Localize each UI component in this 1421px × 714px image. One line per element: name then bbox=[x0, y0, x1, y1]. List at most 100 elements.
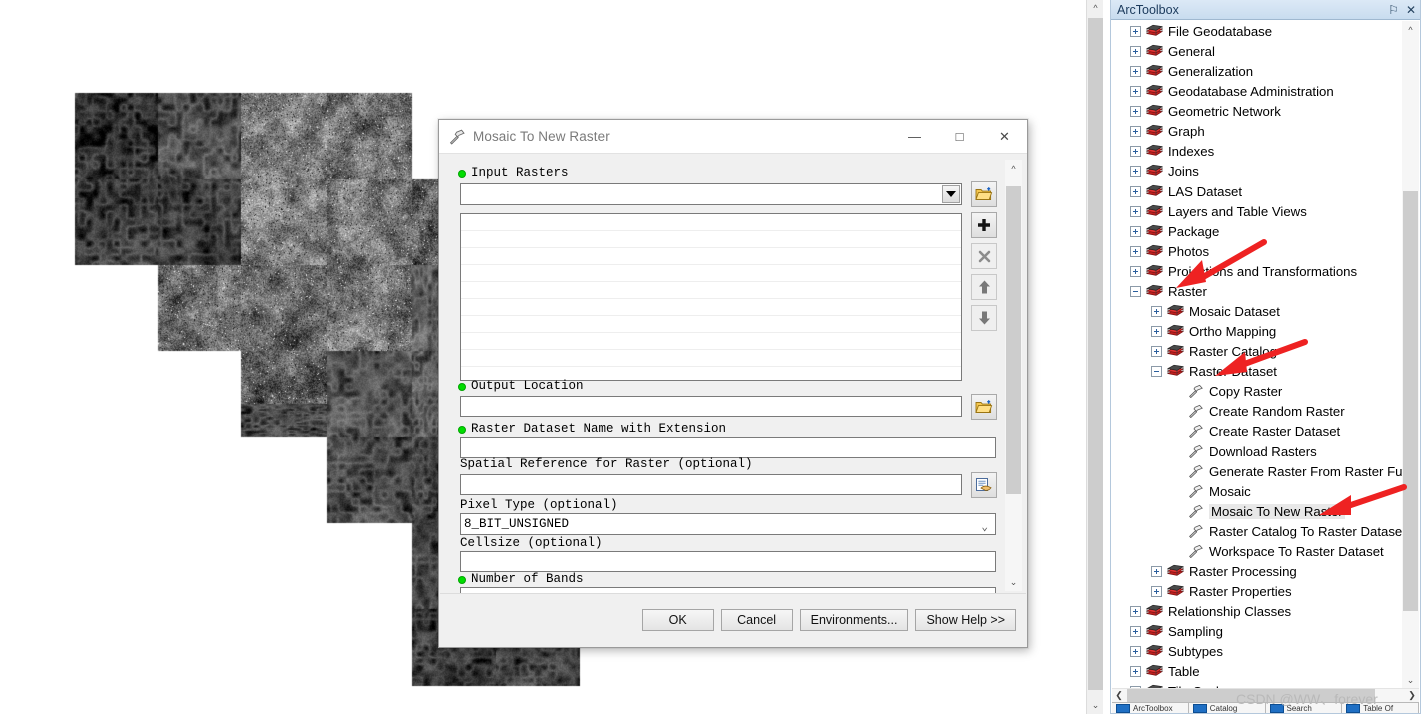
close-icon[interactable]: ✕ bbox=[1406, 4, 1416, 16]
tree-item-joins[interactable]: Joins bbox=[1112, 161, 1402, 181]
tree-item-file-geodatabase[interactable]: File Geodatabase bbox=[1112, 21, 1402, 41]
expand-icon[interactable] bbox=[1130, 25, 1141, 37]
expand-icon[interactable] bbox=[1130, 65, 1141, 77]
expand-icon[interactable] bbox=[1130, 225, 1141, 237]
list-item[interactable] bbox=[461, 282, 961, 299]
toolbox-scroll-down-icon[interactable]: ⌄ bbox=[1402, 672, 1419, 689]
toolbox-hscrollbar-thumb[interactable] bbox=[1127, 689, 1375, 702]
collapse-icon[interactable] bbox=[1151, 365, 1162, 377]
minimize-button[interactable]: — bbox=[892, 120, 937, 153]
panel-tab-catalog[interactable]: Catalog bbox=[1188, 703, 1266, 713]
map-scrollbar-thumb[interactable] bbox=[1088, 18, 1103, 690]
collapse-icon[interactable] bbox=[1130, 285, 1141, 297]
list-item[interactable] bbox=[461, 316, 961, 333]
toolbox-tree[interactable]: File Geodatabase General Generalization Geo… bbox=[1112, 21, 1402, 689]
spatial-reference-input[interactable] bbox=[460, 474, 962, 495]
tree-item-mosaic-dataset[interactable]: Mosaic Dataset bbox=[1112, 301, 1402, 321]
tree-item-geometric-network[interactable]: Geometric Network bbox=[1112, 101, 1402, 121]
tree-item-layers-and-table-views[interactable]: Layers and Table Views bbox=[1112, 201, 1402, 221]
tree-item-raster-catalog-to-raster-dataset[interactable]: Raster Catalog To Raster Dataset bbox=[1112, 521, 1402, 541]
tree-item-graph[interactable]: Graph bbox=[1112, 121, 1402, 141]
spatial-reference-icon[interactable] bbox=[971, 472, 997, 498]
tree-item-sampling[interactable]: Sampling bbox=[1112, 621, 1402, 641]
close-button[interactable]: ✕ bbox=[982, 120, 1027, 153]
expand-icon[interactable] bbox=[1130, 165, 1141, 177]
list-item[interactable] bbox=[461, 265, 961, 282]
tree-item-copy-raster[interactable]: Copy Raster bbox=[1112, 381, 1402, 401]
tree-item-indexes[interactable]: Indexes bbox=[1112, 141, 1402, 161]
panel-tab-arctoolbox[interactable]: ArcToolbox bbox=[1112, 703, 1189, 713]
panel-tab-table-of-contents[interactable]: Table Of Contents bbox=[1342, 703, 1419, 713]
tree-item-general[interactable]: General bbox=[1112, 41, 1402, 61]
panel-tab-search[interactable]: Search bbox=[1265, 703, 1343, 713]
move-up-icon[interactable] bbox=[971, 274, 997, 300]
show-help-button[interactable]: Show Help >> bbox=[915, 609, 1016, 631]
expand-icon[interactable] bbox=[1130, 45, 1141, 57]
expand-icon[interactable] bbox=[1151, 305, 1162, 317]
panel-tab-strip[interactable]: ArcToolbox Catalog Search Table Of Contents bbox=[1112, 702, 1419, 713]
browse-folder-icon[interactable] bbox=[971, 181, 997, 207]
browse-folder-icon[interactable] bbox=[971, 394, 997, 420]
cellsize-input[interactable] bbox=[460, 551, 996, 572]
tree-item-photos[interactable]: Photos bbox=[1112, 241, 1402, 261]
map-scroll-up-icon[interactable]: ^ bbox=[1087, 0, 1104, 17]
expand-icon[interactable] bbox=[1130, 185, 1141, 197]
mosaic-to-new-raster-dialog[interactable]: Mosaic To New Raster — □ ✕ Input Rasters bbox=[438, 119, 1028, 648]
expand-icon[interactable] bbox=[1151, 325, 1162, 337]
input-rasters-combo[interactable] bbox=[460, 183, 962, 205]
dialog-vertical-scrollbar[interactable]: ^ ⌄ bbox=[1005, 160, 1022, 591]
dialog-scrollbar-thumb[interactable] bbox=[1006, 186, 1021, 494]
tree-item-create-random-raster[interactable]: Create Random Raster bbox=[1112, 401, 1402, 421]
tree-item-ortho-mapping[interactable]: Ortho Mapping bbox=[1112, 321, 1402, 341]
tree-item-raster-catalog[interactable]: Raster Catalog bbox=[1112, 341, 1402, 361]
dialog-titlebar[interactable]: Mosaic To New Raster — □ ✕ bbox=[439, 120, 1027, 154]
tree-item-workspace-to-raster-dataset[interactable]: Workspace To Raster Dataset bbox=[1112, 541, 1402, 561]
expand-icon[interactable] bbox=[1151, 565, 1162, 577]
expand-icon[interactable] bbox=[1130, 625, 1141, 637]
tree-item-package[interactable]: Package bbox=[1112, 221, 1402, 241]
tree-item-geodatabase-administration[interactable]: Geodatabase Administration bbox=[1112, 81, 1402, 101]
list-item[interactable] bbox=[461, 231, 961, 248]
map-scroll-down-icon[interactable]: ⌄ bbox=[1087, 697, 1104, 714]
add-icon[interactable] bbox=[971, 212, 997, 238]
expand-icon[interactable] bbox=[1130, 245, 1141, 257]
tree-item-table[interactable]: Table bbox=[1112, 661, 1402, 681]
ok-button[interactable]: OK bbox=[641, 609, 714, 631]
dialog-scroll-down-icon[interactable]: ⌄ bbox=[1005, 574, 1022, 591]
cancel-button[interactable]: Cancel bbox=[720, 609, 793, 631]
list-item[interactable] bbox=[461, 248, 961, 265]
tree-item-download-rasters[interactable]: Download Rasters bbox=[1112, 441, 1402, 461]
tree-item-projections-and-transformations[interactable]: Projections and Transformations bbox=[1112, 261, 1402, 281]
maximize-button[interactable]: □ bbox=[937, 120, 982, 153]
toolbox-horizontal-scrollbar[interactable]: ❮ ❯ bbox=[1112, 688, 1419, 702]
expand-icon[interactable] bbox=[1130, 105, 1141, 117]
tree-item-mosaic-to-new-raster[interactable]: Mosaic To New Raster bbox=[1112, 501, 1402, 521]
toolbox-scroll-right-icon[interactable]: ❯ bbox=[1405, 689, 1419, 702]
tree-item-generate-raster-from-raster-fun[interactable]: Generate Raster From Raster Fun bbox=[1112, 461, 1402, 481]
toolbox-vertical-scrollbar[interactable]: ^ ⌄ bbox=[1402, 21, 1419, 689]
expand-icon[interactable] bbox=[1130, 265, 1141, 277]
input-rasters-listbox[interactable] bbox=[460, 213, 962, 381]
remove-icon[interactable] bbox=[971, 243, 997, 269]
expand-icon[interactable] bbox=[1130, 85, 1141, 97]
environments-button[interactable]: Environments... bbox=[799, 609, 909, 631]
expand-icon[interactable] bbox=[1130, 605, 1141, 617]
tree-item-las-dataset[interactable]: LAS Dataset bbox=[1112, 181, 1402, 201]
toolbox-scroll-left-icon[interactable]: ❮ bbox=[1112, 689, 1126, 702]
pin-icon[interactable]: ⚐ bbox=[1388, 4, 1399, 16]
raster-dataset-name-input[interactable] bbox=[460, 437, 996, 458]
output-location-input[interactable] bbox=[460, 396, 962, 417]
list-item[interactable] bbox=[461, 299, 961, 316]
expand-icon[interactable] bbox=[1130, 125, 1141, 137]
tree-item-create-raster-dataset[interactable]: Create Raster Dataset bbox=[1112, 421, 1402, 441]
chevron-down-icon[interactable]: ⌄ bbox=[981, 518, 988, 538]
list-item[interactable] bbox=[461, 333, 961, 350]
tree-item-raster-processing[interactable]: Raster Processing bbox=[1112, 561, 1402, 581]
expand-icon[interactable] bbox=[1130, 205, 1141, 217]
expand-icon[interactable] bbox=[1130, 665, 1141, 677]
map-vertical-scrollbar[interactable]: ^ ⌄ bbox=[1086, 0, 1103, 714]
expand-icon[interactable] bbox=[1130, 145, 1141, 157]
dialog-scroll-up-icon[interactable]: ^ bbox=[1005, 160, 1022, 177]
expand-icon[interactable] bbox=[1130, 645, 1141, 657]
list-item[interactable] bbox=[461, 350, 961, 367]
